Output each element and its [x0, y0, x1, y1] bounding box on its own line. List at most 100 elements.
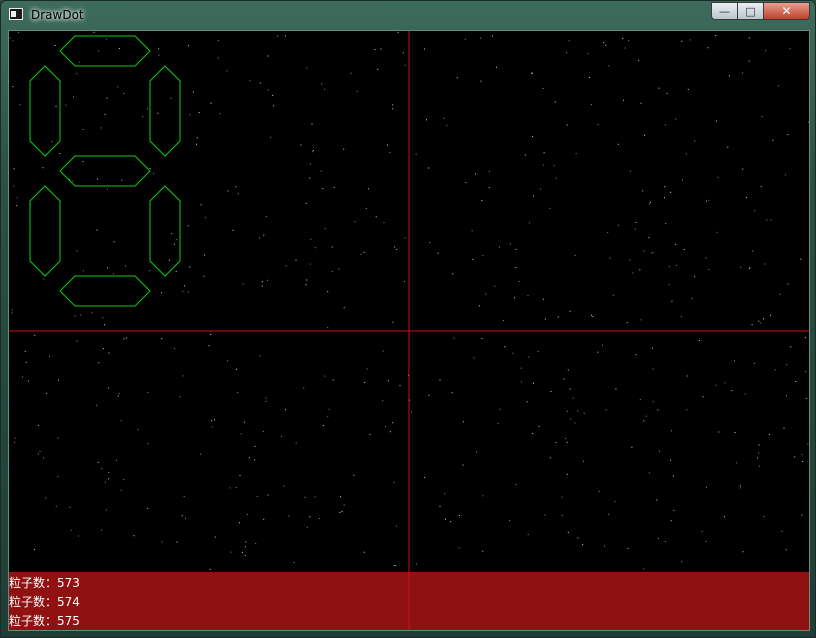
- particle: [639, 399, 641, 401]
- particle: [281, 436, 282, 438]
- particle: [55, 505, 57, 507]
- particle: [802, 461, 804, 462]
- particle: [770, 219, 772, 221]
- particle: [13, 185, 15, 187]
- particle: [734, 432, 736, 433]
- particle: [781, 530, 783, 532]
- particle: [196, 143, 197, 145]
- particle: [311, 151, 313, 153]
- particle: [79, 314, 81, 316]
- particle: [284, 35, 286, 37]
- particle: [179, 396, 181, 398]
- particle: [698, 340, 700, 341]
- title-bar[interactable]: DrawDot — □ ✕: [1, 1, 816, 29]
- particle: [173, 243, 175, 245]
- particle: [226, 70, 228, 72]
- particle: [158, 48, 160, 50]
- particle: [385, 425, 387, 427]
- particle: [544, 318, 546, 320]
- particle: [104, 113, 106, 115]
- particle: [687, 88, 689, 90]
- particle: [686, 409, 688, 411]
- particle: [356, 91, 358, 92]
- particle: [473, 357, 475, 359]
- particle: [668, 283, 670, 285]
- particle: [569, 388, 571, 390]
- particle: [768, 433, 770, 435]
- particle: [270, 136, 272, 138]
- particle: [107, 188, 108, 190]
- particle: [410, 411, 412, 413]
- particle: [187, 225, 189, 227]
- particle: [657, 409, 659, 411]
- particle: [774, 369, 776, 371]
- particle: [603, 42, 605, 44]
- particle: [735, 462, 737, 464]
- particle: [450, 521, 452, 523]
- particle: [622, 37, 624, 39]
- particle: [569, 310, 571, 312]
- particle: [343, 504, 345, 506]
- particle: [694, 140, 696, 142]
- particle: [396, 525, 398, 527]
- app-window-icon[interactable]: [9, 8, 23, 20]
- particle: [639, 269, 641, 271]
- particle: [314, 247, 316, 249]
- particle: [482, 550, 484, 552]
- particle: [524, 154, 526, 156]
- particle: [635, 354, 637, 356]
- particle: [244, 555, 246, 557]
- particle: [734, 360, 735, 362]
- seven-segment-display: [29, 35, 181, 307]
- particle: [339, 512, 341, 513]
- particle: [198, 112, 200, 113]
- particle: [458, 547, 460, 549]
- particle: [526, 401, 528, 403]
- particle: [482, 495, 484, 497]
- minimize-button[interactable]: —: [711, 2, 738, 20]
- particle: [453, 337, 455, 339]
- maximize-icon: □: [745, 4, 756, 18]
- particle: [764, 263, 766, 265]
- particle: [161, 338, 163, 340]
- particle: [708, 269, 710, 270]
- particle: [327, 327, 329, 329]
- particle: [480, 37, 482, 39]
- drawing-canvas[interactable]: 粒子数：573 粒子数：574 粒子数：575: [8, 30, 810, 631]
- window-controls: — □ ✕: [711, 2, 810, 21]
- close-button[interactable]: ✕: [764, 2, 810, 20]
- particle: [648, 237, 650, 239]
- particle: [182, 375, 184, 377]
- segment-upper-left: [29, 65, 61, 157]
- particle: [608, 65, 610, 67]
- particle: [375, 216, 377, 218]
- particle: [748, 37, 750, 39]
- particle: [717, 176, 719, 178]
- particle: [656, 499, 658, 501]
- particle: [778, 85, 780, 87]
- particle: [538, 425, 540, 427]
- particle: [705, 540, 707, 542]
- particle: [51, 141, 53, 143]
- particle: [407, 374, 409, 376]
- particle: [462, 464, 464, 466]
- particle: [16, 205, 18, 207]
- particle: [761, 116, 763, 118]
- particle: [113, 241, 115, 243]
- particle: [537, 351, 539, 352]
- particle: [527, 533, 529, 535]
- particle: [658, 538, 659, 539]
- particle: [175, 270, 177, 272]
- particle: [211, 420, 213, 422]
- particle: [366, 368, 368, 370]
- particle: [295, 259, 297, 261]
- particle: [123, 338, 125, 340]
- particle: [392, 108, 394, 110]
- maximize-button[interactable]: □: [738, 2, 764, 20]
- particle: [96, 229, 98, 231]
- particle: [488, 171, 490, 173]
- particle: [629, 259, 631, 261]
- particle: [217, 40, 219, 41]
- particle: [608, 513, 610, 515]
- particle: [597, 351, 599, 353]
